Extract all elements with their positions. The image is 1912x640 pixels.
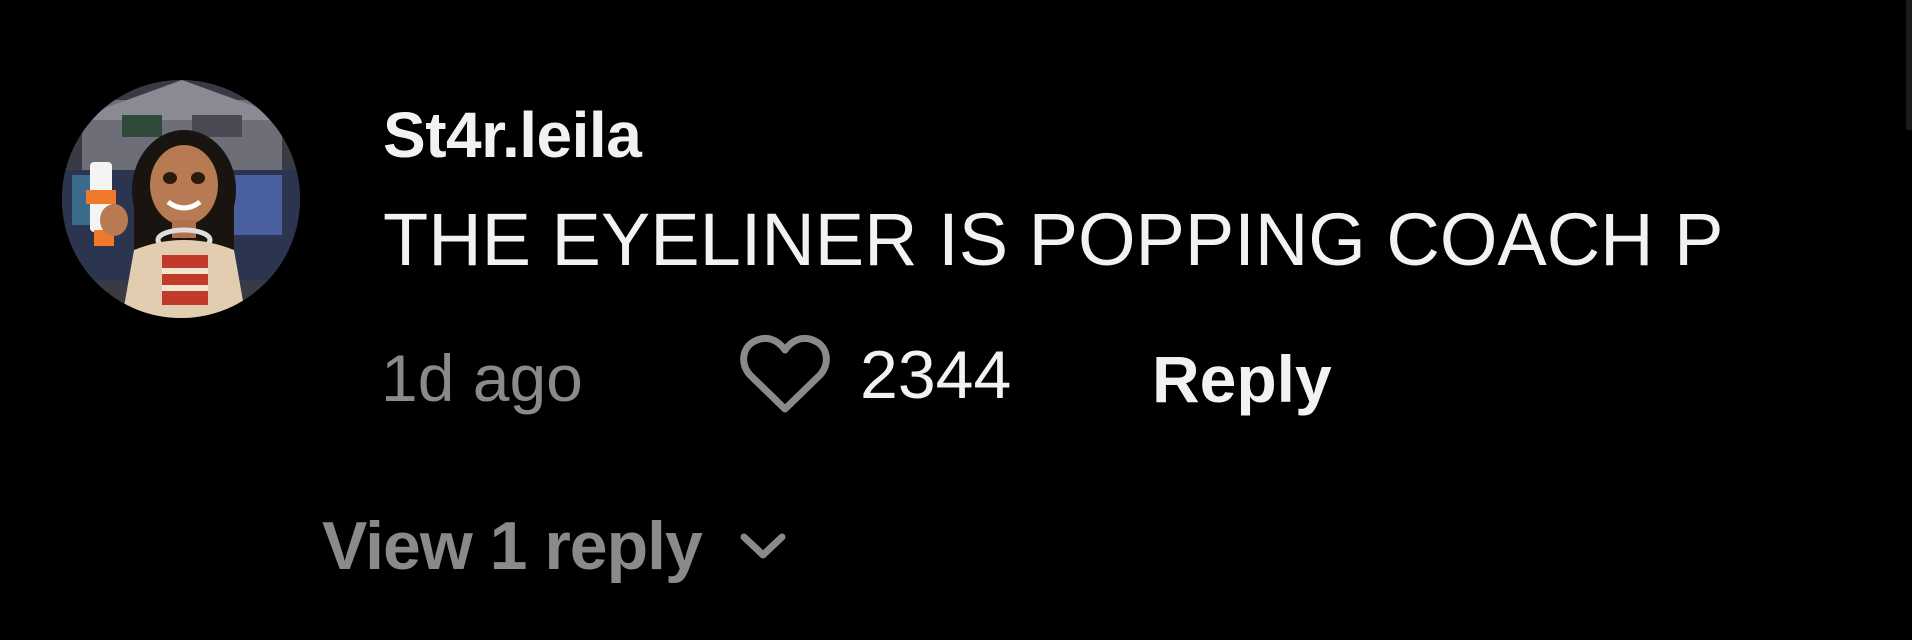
avatar[interactable] — [62, 80, 300, 318]
chevron-down-icon — [740, 533, 786, 559]
comment-timestamp: 1d ago — [381, 341, 583, 415]
reply-button[interactable]: Reply — [1152, 341, 1332, 417]
like-count: 2344 — [860, 337, 1012, 413]
view-replies-label: View 1 reply — [322, 508, 703, 584]
heart-outline-icon — [740, 335, 830, 413]
view-replies-button[interactable]: View 1 reply — [322, 506, 788, 586]
comment-text: THE EYELINER IS POPPING COACH P — [383, 198, 1724, 281]
like-button[interactable]: 2344 — [740, 330, 1011, 420]
avatar-image — [62, 80, 300, 318]
comment-username[interactable]: St4r.leila — [383, 98, 642, 172]
comment-item: St4r.leila THE EYELINER IS POPPING COACH… — [0, 0, 1912, 640]
scrollbar[interactable] — [1906, 0, 1912, 130]
